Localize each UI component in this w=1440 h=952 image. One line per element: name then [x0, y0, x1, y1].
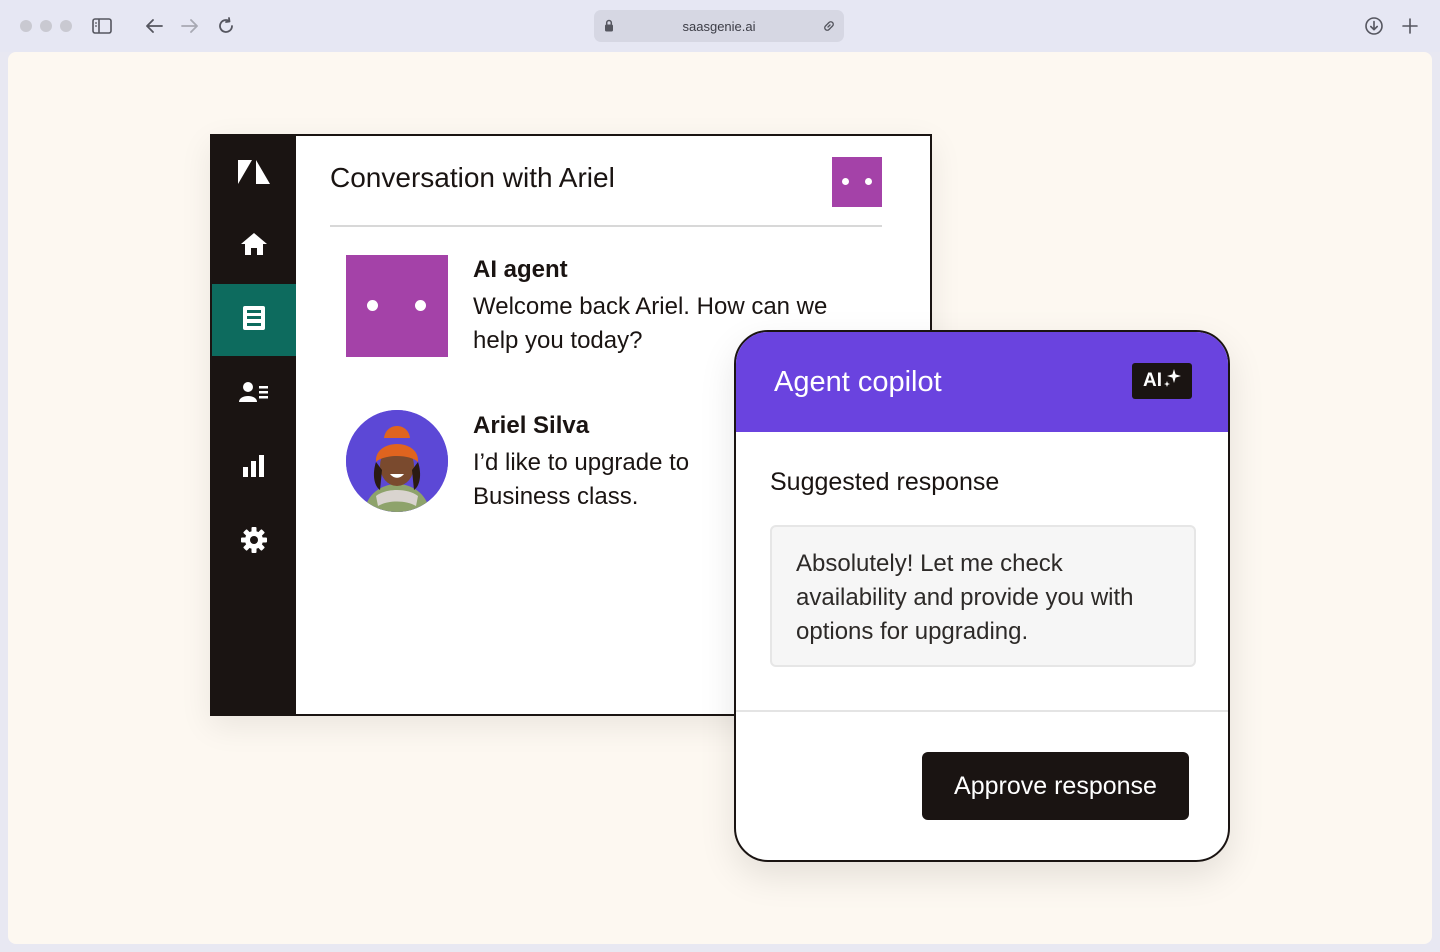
copilot-title: Agent copilot	[774, 366, 942, 398]
copilot-header: Agent copilot AI	[736, 332, 1228, 432]
gear-icon	[241, 526, 267, 558]
url-text: saasgenie.ai	[682, 18, 756, 34]
back-arrow-icon[interactable]	[142, 14, 166, 38]
ai-chip: AI	[1132, 363, 1192, 399]
bar-chart-icon	[242, 454, 266, 482]
ai-chip-label: AI	[1143, 370, 1162, 391]
window-minimize-button[interactable]	[40, 20, 52, 32]
inbox-icon	[242, 305, 266, 336]
link-icon[interactable]	[822, 19, 836, 36]
window-close-button[interactable]	[20, 20, 32, 32]
sidebar-item-reporting[interactable]	[212, 432, 296, 504]
ai-bot-badge	[832, 157, 882, 207]
suggested-response-box: Absolutely! Let me check availability an…	[770, 525, 1196, 667]
address-bar[interactable]: saasgenie.ai	[594, 10, 844, 42]
approve-response-button[interactable]: Approve response	[922, 752, 1189, 820]
browser-chrome: saasgenie.ai	[0, 0, 1440, 52]
sidebar-item-home[interactable]	[212, 210, 296, 282]
suggested-response-text: Absolutely! Let me check availability an…	[796, 550, 1134, 645]
bot-eye-right	[415, 300, 426, 311]
title-divider	[330, 225, 882, 227]
conversation-title: Conversation with Ariel	[330, 162, 615, 193]
ai-agent-avatar	[346, 255, 448, 357]
download-icon[interactable]	[1362, 14, 1386, 38]
sidebar-item-contacts[interactable]	[212, 358, 296, 430]
lock-icon	[604, 19, 614, 35]
home-icon	[239, 231, 269, 262]
copilot-divider	[736, 710, 1228, 712]
message-sender: AI agent	[473, 256, 568, 283]
message-text: I’d like to upgrade to Business class.	[473, 449, 690, 510]
contacts-icon	[239, 380, 269, 409]
message-sender: Ariel Silva	[473, 412, 590, 439]
new-tab-plus-icon[interactable]	[1398, 14, 1422, 38]
sidebar-item-settings[interactable]	[212, 506, 296, 578]
bot-eye-left	[367, 300, 378, 311]
forward-arrow-icon[interactable]	[178, 14, 202, 38]
suggested-response-label: Suggested response	[770, 468, 1000, 496]
ariel-silva-avatar	[346, 410, 448, 512]
window-zoom-button[interactable]	[60, 20, 72, 32]
reload-icon[interactable]	[214, 14, 238, 38]
bot-eye-left	[842, 178, 849, 185]
sidebar-toggle-icon[interactable]	[90, 14, 114, 38]
bot-eye-right	[865, 178, 872, 185]
app-sidebar	[212, 136, 296, 714]
zendesk-logo-icon[interactable]	[212, 136, 296, 208]
sparkle-icon	[1163, 368, 1181, 394]
agent-copilot-panel: Agent copilot AI Suggested response Abso…	[734, 330, 1230, 862]
sidebar-item-tickets[interactable]	[212, 284, 296, 356]
